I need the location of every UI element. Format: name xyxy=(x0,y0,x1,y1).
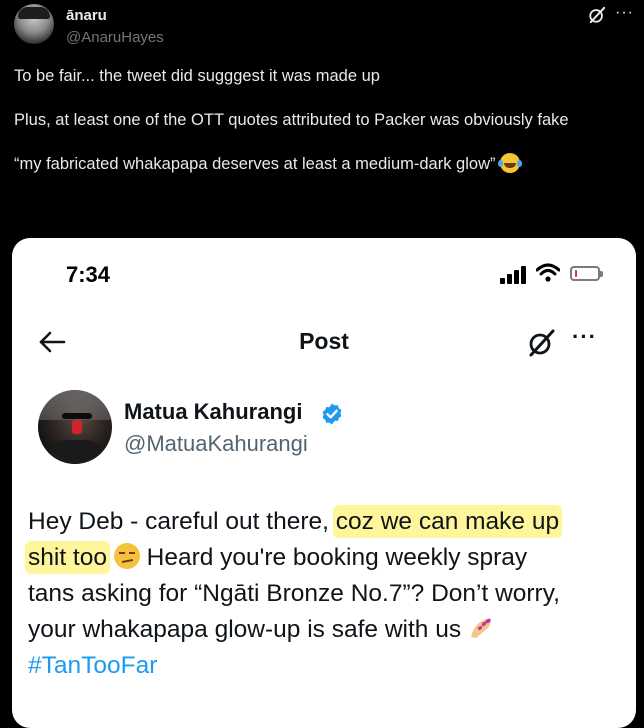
post-line-5: #TanTooFar xyxy=(28,648,632,684)
nail-polish-icon xyxy=(470,618,491,638)
post-text-segment: your whakapapa glow-up is safe with us xyxy=(28,616,468,643)
highlighted-text: coz we can make up xyxy=(335,508,560,535)
smirking-face-icon xyxy=(113,543,140,569)
author-name[interactable]: ānaru xyxy=(66,7,107,24)
post-line-3: tans asking for “Ngāti Bronze No.7”? Don… xyxy=(28,580,560,607)
highlighted-text: shit too xyxy=(28,544,107,571)
post-text-segment: Hey Deb - careful out there, xyxy=(28,508,336,535)
post-text: Hey Deb - careful out there, coz we can … xyxy=(28,504,632,684)
author-handle[interactable]: @MatuaKahurangi xyxy=(124,431,308,457)
battery-icon xyxy=(570,266,603,281)
tweet-header: ānaru @AnaruHayes ··· xyxy=(14,4,634,54)
wifi-icon xyxy=(536,263,560,282)
laughing-emoji-icon xyxy=(498,153,521,173)
author-avatar[interactable] xyxy=(38,390,112,464)
battery-level xyxy=(575,270,577,277)
grok-icon[interactable] xyxy=(526,328,556,358)
post-line-2: shit too Heard you're booking weekly spr… xyxy=(28,540,632,576)
more-options-icon[interactable]: ··· xyxy=(572,324,597,350)
tweet-line-2: Plus, at least one of the OTT quotes att… xyxy=(14,111,569,129)
post-line-4: your whakapapa glow-up is safe with us xyxy=(28,612,632,648)
post-text-segment: Heard you're booking weekly spray xyxy=(139,544,528,571)
tweet-line-1: To be fair... the tweet did sugggest it … xyxy=(14,67,380,85)
tweet-line-3: “my fabricated whakapapa deserves at lea… xyxy=(14,152,630,176)
author-avatar[interactable] xyxy=(14,4,54,44)
grok-icon[interactable] xyxy=(588,6,606,24)
tweet-quote: “my fabricated whakapapa deserves at lea… xyxy=(14,155,496,173)
author-handle[interactable]: @AnaruHayes xyxy=(66,29,164,46)
verified-badge-icon xyxy=(322,403,342,425)
status-icons xyxy=(500,262,610,286)
status-time: 7:34 xyxy=(66,262,111,287)
hashtag-link[interactable]: #TanTooFar xyxy=(28,652,157,679)
signal-icon xyxy=(500,266,528,284)
author-name[interactable]: Matua Kahurangi xyxy=(124,399,302,425)
post-line-1: Hey Deb - careful out there, coz we can … xyxy=(28,504,632,540)
embedded-screenshot[interactable]: 7:34 Post ··· Matua Kahurangi @MatuaKahu… xyxy=(12,238,636,728)
tweet-text: To be fair... the tweet did sugggest it … xyxy=(14,64,630,176)
more-options-icon[interactable]: ··· xyxy=(615,4,634,22)
